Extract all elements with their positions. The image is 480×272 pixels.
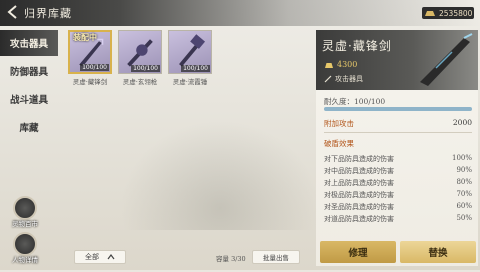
detail-header: 灵虚·藏锋剑 4300 攻击器具 xyxy=(316,30,478,90)
repair-button[interactable]: 修理 xyxy=(320,241,396,263)
item-detail-panel: 灵虚·藏锋剑 4300 攻击器具 耐久度：100/100 附加攻击 2000 破… xyxy=(316,30,478,266)
durability-bar xyxy=(324,107,472,111)
replace-button[interactable]: 替换 xyxy=(400,241,476,263)
row-value: 60% xyxy=(456,202,472,210)
shield-break-row: 对圣品防具造成的伤害 60% xyxy=(324,202,472,212)
detail-price: 4300 xyxy=(324,60,357,69)
row-value: 90% xyxy=(456,166,472,174)
inventory-slot-1[interactable]: 装配中 100/100 xyxy=(68,30,112,74)
spirit-market-shortcut[interactable]: 灵物百市 xyxy=(6,196,44,236)
durability-fill xyxy=(324,107,472,111)
row-value: 80% xyxy=(456,178,472,186)
row-label: 对下品防具造成的伤害 xyxy=(324,155,394,163)
top-bar: 归界库藏 2535800 xyxy=(0,0,480,26)
shield-break-row: 对道品防具造成的伤害 50% xyxy=(324,214,472,224)
row-value: 70% xyxy=(456,190,472,198)
equipped-tag: 装配中 xyxy=(73,32,97,42)
item-count: 100/100 xyxy=(181,65,210,72)
shield-break-row: 对下品防具造成的伤害 100% xyxy=(324,154,472,164)
tab-battle-items[interactable]: 战斗道具 xyxy=(0,86,58,112)
gold-ingot-icon xyxy=(325,62,333,68)
character-icon xyxy=(13,232,37,256)
tab-attack-gear[interactable]: 攻击器具 xyxy=(0,30,58,56)
back-arrow-icon[interactable] xyxy=(4,3,22,21)
currency-amount: 2535800 xyxy=(439,8,473,18)
row-value: 100% xyxy=(451,154,472,162)
page-title: 归界库藏 xyxy=(24,7,72,20)
item-count: 100/100 xyxy=(131,65,160,72)
chevron-up-icon xyxy=(107,254,115,260)
row-label: 对圣品防具造成的伤害 xyxy=(324,203,394,211)
detail-category: 攻击器具 xyxy=(324,74,363,84)
detail-title: 灵虚·藏锋剑 xyxy=(322,39,392,53)
ink-mountain-decoration xyxy=(120,120,320,230)
sword-small-icon xyxy=(324,75,332,83)
price-value: 4300 xyxy=(337,60,358,69)
inventory-slot-2[interactable]: 100/100 xyxy=(118,30,162,74)
attack-label: 附加攻击 xyxy=(324,119,354,128)
attack-value: 2000 xyxy=(452,118,472,127)
row-label: 对极品防具造成的伤害 xyxy=(324,191,394,199)
filter-label: 全部 xyxy=(85,253,99,261)
item-name: 灵虚·玄翎枪 xyxy=(122,78,158,86)
tab-storage[interactable]: 库藏 xyxy=(0,114,58,140)
durability-label: 耐久度：100/100 xyxy=(324,97,386,106)
row-label: 对中品防具造成的伤害 xyxy=(324,167,394,175)
shield-break-row: 对极品防具造成的伤害 70% xyxy=(324,190,472,200)
shield-break-row: 对上品防具造成的伤害 80% xyxy=(324,178,472,188)
item-name: 灵虚·藏锋剑 xyxy=(72,78,108,86)
inventory-slot-3[interactable]: 100/100 xyxy=(168,30,212,74)
weapon-art-icon xyxy=(420,33,473,86)
market-icon xyxy=(13,196,37,220)
currency-display[interactable]: 2535800 xyxy=(422,7,474,19)
attack-row: 附加攻击 2000 xyxy=(324,118,472,129)
tab-defense-gear[interactable]: 防御器具 xyxy=(0,58,58,84)
item-name: 灵虚·流霞锤 xyxy=(172,78,208,86)
gold-ingot-icon xyxy=(425,11,435,16)
category-label: 攻击器具 xyxy=(335,75,363,83)
batch-sell-button[interactable]: 批量出售 xyxy=(252,250,300,264)
shield-break-row: 对中品防具造成的伤害 90% xyxy=(324,166,472,176)
character-details-label: 人物详情 xyxy=(12,256,38,264)
row-label: 对上品防具造成的伤害 xyxy=(324,179,394,187)
filter-dropdown[interactable]: 全部 xyxy=(74,250,126,264)
spirit-market-label: 灵物百市 xyxy=(12,220,38,228)
row-value: 50% xyxy=(456,214,472,222)
capacity-text: 容量 3/30 xyxy=(216,255,246,263)
category-sidebar: 攻击器具 防御器具 战斗道具 库藏 xyxy=(0,30,58,142)
item-count: 100/100 xyxy=(80,64,109,71)
divider xyxy=(324,132,472,133)
shield-break-title: 破盾效果 xyxy=(324,139,354,148)
character-details-shortcut[interactable]: 人物详情 xyxy=(6,232,44,272)
row-label: 对道品防具造成的伤害 xyxy=(324,215,394,223)
